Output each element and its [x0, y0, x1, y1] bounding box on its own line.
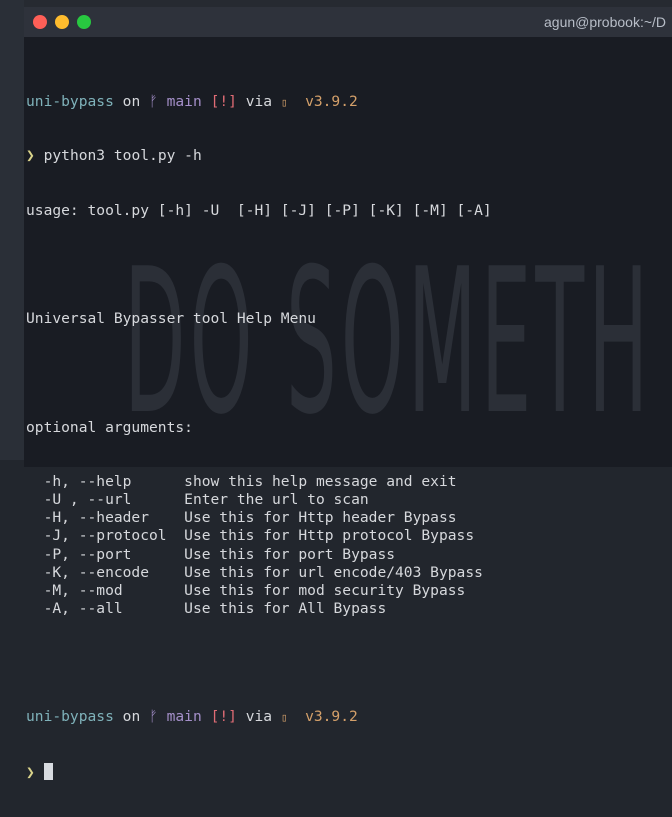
prompt-on: on: [122, 93, 141, 111]
prompt-status: [!]: [210, 708, 237, 726]
prompt-dir: uni-bypass: [26, 93, 114, 111]
argument-row: -P, --port Use this for port Bypass: [26, 546, 492, 564]
prompt-dir: uni-bypass: [26, 708, 114, 726]
argument-flag: -A, --all: [26, 599, 185, 617]
argument-flag: -P, --port: [26, 545, 185, 563]
help-heading: Universal Bypasser tool Help Menu: [26, 310, 316, 328]
prompt-via: via: [245, 708, 273, 726]
desktop-edge: [0, 0, 24, 460]
argument-row: -J, --protocol Use this for Http protoco…: [26, 527, 492, 545]
argument-row: -M, --mod Use this for mod security Bypa…: [26, 582, 492, 600]
argument-flag: -M, --mod: [26, 581, 185, 599]
section-label: optional arguments:: [26, 418, 193, 436]
prompt-on: on: [122, 708, 141, 726]
maximize-button[interactable]: [77, 15, 91, 29]
title-bar[interactable]: agun@probook:~/D: [24, 7, 672, 37]
argument-description: Use this for Http protocol Bypass: [184, 527, 475, 545]
argument-row: -H, --header Use this for Http header By…: [26, 509, 492, 527]
argument-flag: -J, --protocol: [26, 527, 185, 545]
command-line: ❯ python3 tool.py -h: [26, 147, 492, 165]
text-cursor: [43, 762, 53, 780]
argument-row: -U , --url Enter the url to scan: [26, 491, 492, 509]
python-icon: ▯: [280, 96, 288, 110]
argument-description: Use this for url encode/403 Bypass: [184, 563, 483, 581]
prompt-line: uni-bypass on ᚠ main [!] via ▯ v3.9.2: [26, 708, 492, 726]
terminal-output[interactable]: uni-bypass on ᚠ main [!] via ▯ v3.9.2 ❯ …: [26, 57, 492, 817]
prompt-branch: main: [166, 93, 202, 111]
prompt-status: [!]: [210, 93, 237, 111]
usage-line: usage: tool.py [-h] -U [-H] [-J] [-P] [-…: [26, 201, 492, 219]
argument-description: Use this for All Bypass: [184, 599, 387, 617]
git-branch-icon: ᚠ: [149, 708, 158, 726]
argument-row: -A, --all Use this for All Bypass: [26, 600, 492, 618]
prompt-line: uni-bypass on ᚠ main [!] via ▯ v3.9.2: [26, 93, 492, 111]
argument-description: Use this for port Bypass: [184, 545, 396, 563]
argument-flag: -H, --header: [26, 509, 185, 527]
argument-description: Use this for Http header Bypass: [184, 509, 457, 527]
terminal-window: DO SOMETH agun@probook:~/D uni-bypass on…: [24, 7, 672, 781]
argument-flag: -U , --url: [26, 491, 185, 509]
git-branch-icon: ᚠ: [149, 93, 158, 111]
close-button[interactable]: [33, 15, 47, 29]
argument-row: -h, --help show this help message and ex…: [26, 473, 492, 491]
prompt-branch: main: [166, 708, 202, 726]
python-icon: ▯: [280, 711, 288, 725]
argument-description: Use this for mod security Bypass: [184, 581, 466, 599]
prompt-version: v3.9.2: [305, 93, 358, 111]
window-title: agun@probook:~/D: [544, 14, 667, 30]
argument-description: Enter the url to scan: [184, 491, 369, 509]
prompt-arrow: ❯: [26, 763, 35, 781]
argument-row: -K, --encode Use this for url encode/403…: [26, 564, 492, 582]
input-line[interactable]: ❯: [26, 762, 492, 781]
argument-flag: -h, --help: [26, 473, 185, 491]
prompt-arrow: ❯: [26, 147, 35, 165]
desktop-top: [0, 0, 672, 7]
minimize-button[interactable]: [55, 15, 69, 29]
argument-description: show this help message and exit: [184, 473, 457, 491]
argument-flag: -K, --encode: [26, 563, 185, 581]
prompt-via: via: [245, 93, 273, 111]
command-text: python3 tool.py -h: [43, 147, 202, 165]
prompt-version: v3.9.2: [305, 708, 358, 726]
